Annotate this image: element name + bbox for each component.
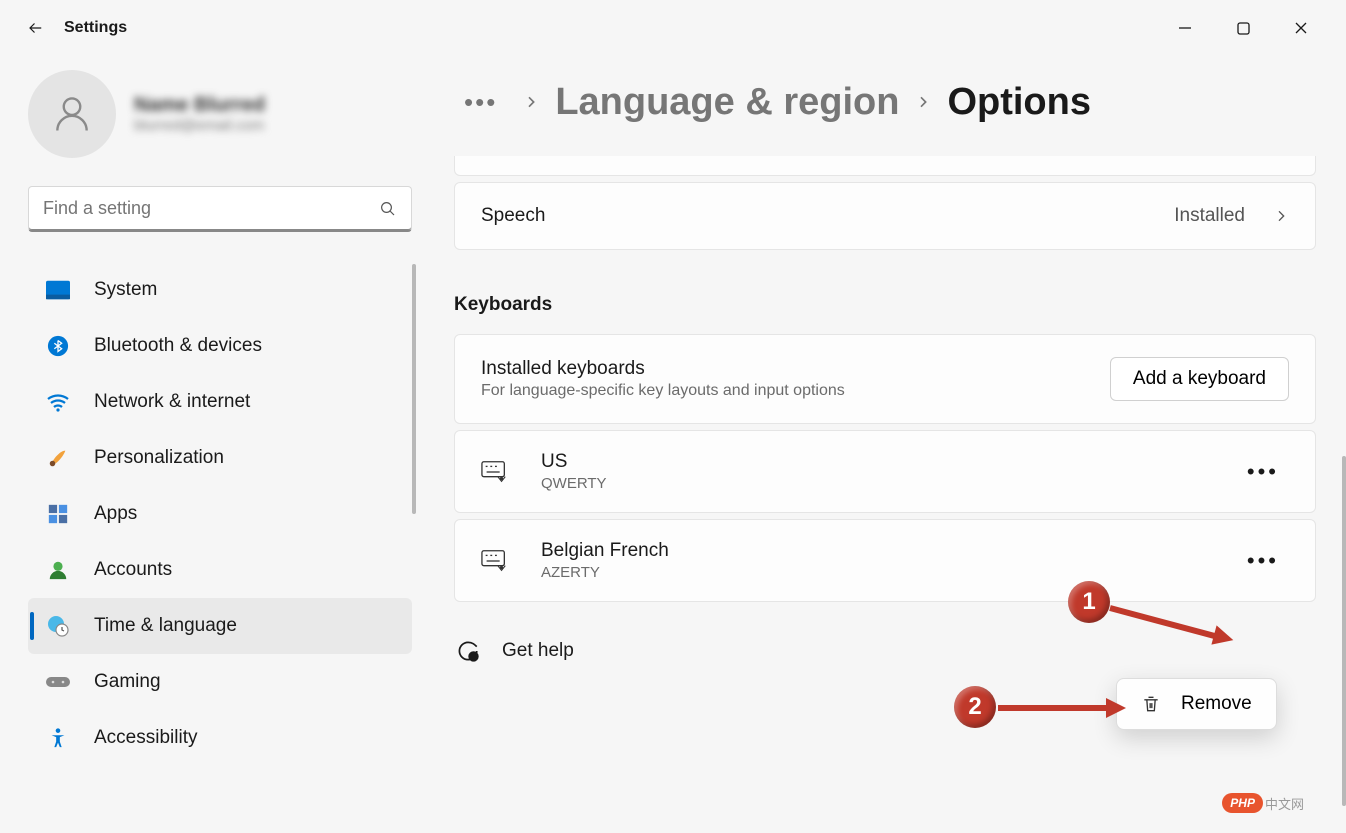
person-icon <box>50 92 94 136</box>
sidebar-item-apps[interactable]: Apps <box>28 486 412 542</box>
sidebar-item-accessibility[interactable]: Accessibility <box>28 710 412 766</box>
keyboard-layout: QWERTY <box>541 475 607 492</box>
add-keyboard-button[interactable]: Add a keyboard <box>1110 357 1289 401</box>
speech-status: Installed <box>1174 205 1245 227</box>
sidebar-scrollbar[interactable] <box>412 264 416 514</box>
trash-icon <box>1141 693 1161 715</box>
chevron-right-icon <box>915 94 931 110</box>
keyboard-more-button[interactable]: ••• <box>1237 542 1289 580</box>
main-scrollbar[interactable] <box>1342 456 1346 806</box>
profile-name: Name Blurred <box>134 94 265 117</box>
help-icon: ? <box>454 638 480 664</box>
keyboard-more-button[interactable]: ••• <box>1237 453 1289 491</box>
keyboard-icon <box>481 458 509 486</box>
remove-menu-item[interactable]: Remove <box>1116 678 1277 730</box>
sidebar-item-label: Accessibility <box>94 727 197 749</box>
chevron-right-icon <box>1273 208 1289 224</box>
globe-clock-icon <box>46 614 70 638</box>
keyboard-layout: AZERTY <box>541 564 669 581</box>
bluetooth-icon <box>46 334 70 358</box>
sidebar-item-system[interactable]: System <box>28 262 412 318</box>
annotation-badge-2: 2 <box>954 686 996 728</box>
minimize-icon <box>1178 21 1192 35</box>
get-help-link[interactable]: ? Get help <box>454 638 1316 664</box>
sidebar-item-label: Time & language <box>94 615 237 637</box>
search-input[interactable] <box>43 198 379 219</box>
keyboard-row-us: US QWERTY ••• <box>454 430 1316 513</box>
brush-icon <box>46 446 70 470</box>
breadcrumb-overflow[interactable]: ••• <box>454 83 507 122</box>
apps-icon <box>46 502 70 526</box>
keyboard-icon <box>481 547 509 575</box>
breadcrumb-options: Options <box>947 81 1091 124</box>
watermark-text: 中文网 <box>1265 794 1304 813</box>
arrow-left-icon <box>27 19 45 37</box>
sidebar-item-label: System <box>94 279 157 301</box>
sidebar-item-personalization[interactable]: Personalization <box>28 430 412 486</box>
keyboard-name: US <box>541 451 607 473</box>
close-icon <box>1294 21 1308 35</box>
gamepad-icon <box>46 670 70 694</box>
maximize-icon <box>1237 22 1250 35</box>
minimize-button[interactable] <box>1156 8 1214 48</box>
profile-text: Name Blurred blurred@email.com <box>134 94 265 134</box>
search-icon <box>379 200 397 218</box>
title-bar: Settings <box>0 0 1346 56</box>
installed-keyboards-sub: For language-specific key layouts and in… <box>481 382 845 400</box>
watermark: PHP 中文网 <box>1222 793 1304 813</box>
annotation-badge-1: 1 <box>1068 581 1110 623</box>
app-title: Settings <box>64 19 127 37</box>
accessibility-icon <box>46 726 70 750</box>
system-icon <box>46 278 70 302</box>
keyboards-section-title: Keyboards <box>454 294 1316 316</box>
installed-keyboards-card: Installed keyboards For language-specifi… <box>454 334 1316 424</box>
sidebar-item-label: Personalization <box>94 447 224 469</box>
remove-label: Remove <box>1181 693 1252 715</box>
sidebar-item-label: Accounts <box>94 559 172 581</box>
search-box[interactable] <box>28 186 412 232</box>
sidebar-item-label: Bluetooth & devices <box>94 335 262 357</box>
sidebar-item-label: Network & internet <box>94 391 250 413</box>
sidebar-item-label: Apps <box>94 503 137 525</box>
window-controls <box>1156 8 1330 48</box>
annotation-arrowhead-2 <box>1106 698 1126 718</box>
watermark-badge: PHP <box>1222 793 1263 813</box>
sidebar-item-gaming[interactable]: Gaming <box>28 654 412 710</box>
profile-email: blurred@email.com <box>134 117 265 134</box>
profile-block[interactable]: Name Blurred blurred@email.com <box>28 56 412 186</box>
speech-card[interactable]: Speech Installed <box>454 182 1316 250</box>
sidebar-item-time-language[interactable]: Time & language <box>28 598 412 654</box>
speech-label: Speech <box>481 205 545 227</box>
back-button[interactable] <box>16 8 56 48</box>
installed-keyboards-title: Installed keyboards <box>481 358 845 380</box>
partial-card-above <box>454 156 1316 176</box>
nav-list: System Bluetooth & devices Network & int… <box>28 262 412 766</box>
breadcrumb-language-region[interactable]: Language & region <box>555 81 899 124</box>
person-icon <box>46 558 70 582</box>
close-button[interactable] <box>1272 8 1330 48</box>
sidebar: Name Blurred blurred@email.com System Bl… <box>0 56 440 833</box>
keyboard-name: Belgian French <box>541 540 669 562</box>
avatar <box>28 70 116 158</box>
svg-text:?: ? <box>472 655 476 662</box>
sidebar-item-accounts[interactable]: Accounts <box>28 542 412 598</box>
sidebar-item-bluetooth[interactable]: Bluetooth & devices <box>28 318 412 374</box>
wifi-icon <box>46 390 70 414</box>
get-help-label: Get help <box>502 640 574 662</box>
sidebar-item-label: Gaming <box>94 671 161 693</box>
keyboard-row-belgian-french: Belgian French AZERTY ••• <box>454 519 1316 602</box>
chevron-right-icon <box>523 94 539 110</box>
annotation-arrow-2 <box>998 705 1108 711</box>
maximize-button[interactable] <box>1214 8 1272 48</box>
sidebar-item-network[interactable]: Network & internet <box>28 374 412 430</box>
breadcrumb: ••• Language & region Options <box>454 56 1316 156</box>
